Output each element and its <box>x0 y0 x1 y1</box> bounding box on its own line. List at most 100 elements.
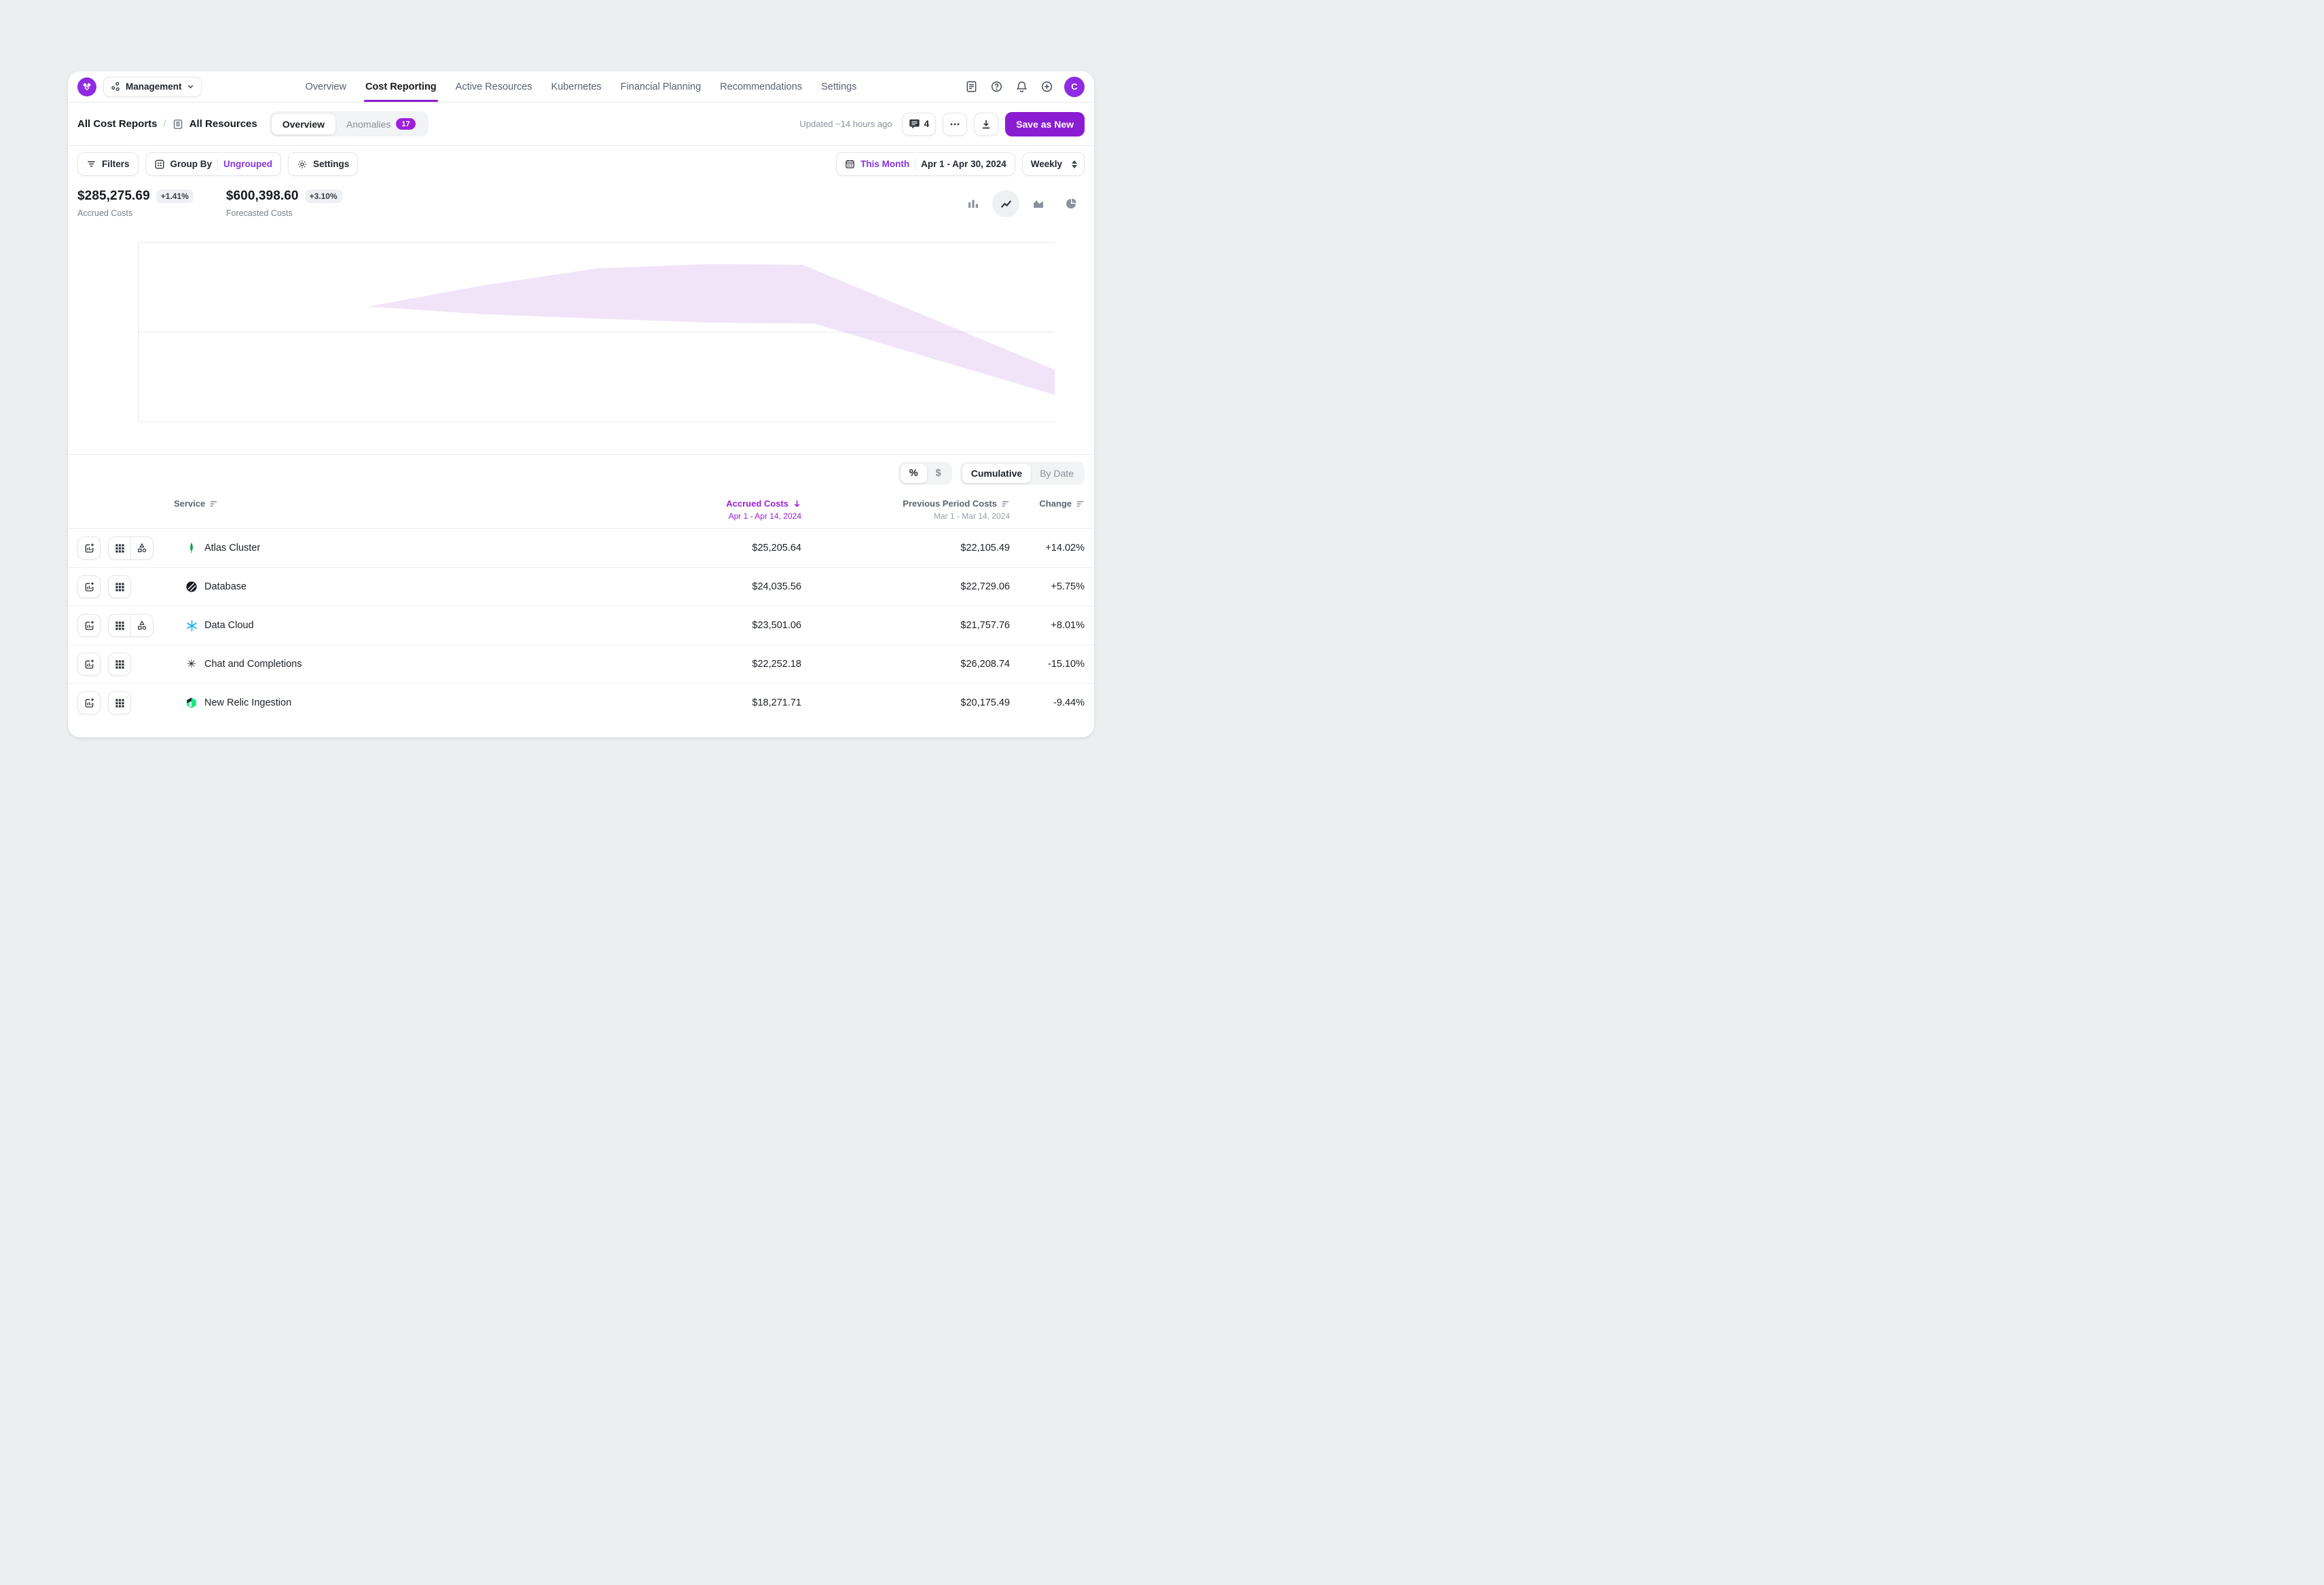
select-arrows-icon <box>1072 160 1077 168</box>
previous-header-label: Previous Period Costs <box>903 498 997 509</box>
previous-cell: $26,208.74 <box>801 659 1010 670</box>
add-chart-icon <box>84 581 95 593</box>
breadcrumb-current[interactable]: All Resources <box>189 118 257 130</box>
previous-column-header[interactable]: Previous Period Costs Mar 1 - Mar 14, 20… <box>801 498 1010 521</box>
table-header: Service Accrued Costs Apr 1 - Apr 14, 20… <box>68 492 1094 528</box>
save-as-new-button[interactable]: Save as New <box>1005 112 1085 136</box>
change-column-header[interactable]: Change <box>1010 498 1085 509</box>
anomalies-count-badge: 17 <box>396 118 415 130</box>
workspace-nodes-icon <box>111 81 121 92</box>
user-avatar[interactable]: C <box>1064 77 1085 97</box>
nav-settings[interactable]: Settings <box>821 71 856 102</box>
kpi-accrued: $285,275.69 +1.41% Accrued Costs <box>77 189 194 218</box>
line-chart-icon[interactable] <box>992 190 1019 217</box>
costs-grid-button[interactable] <box>108 691 131 714</box>
download-button[interactable] <box>974 113 998 136</box>
add-chart-icon <box>84 620 95 632</box>
nav-recommendations[interactable]: Recommendations <box>720 71 802 102</box>
add-chart-button[interactable] <box>77 691 101 714</box>
add-chart-button[interactable] <box>77 536 101 560</box>
chart-type-switcher <box>960 189 1085 217</box>
row-actions <box>77 575 153 598</box>
dollar-toggle[interactable]: $ <box>927 464 950 483</box>
help-icon[interactable] <box>989 79 1004 94</box>
nav-cost-reporting[interactable]: Cost Reporting <box>365 71 437 102</box>
resources-button[interactable] <box>130 614 153 637</box>
date-range-button[interactable]: This Month Apr 1 - Apr 30, 2024 <box>836 152 1015 176</box>
vantage-logo-icon[interactable] <box>77 77 96 96</box>
app-header: Management Overview Cost Reporting Activ… <box>68 71 1094 103</box>
tab-anomalies[interactable]: Anomalies 17 <box>335 113 426 134</box>
add-chart-icon <box>84 543 95 554</box>
by-date-toggle[interactable]: By Date <box>1031 464 1083 483</box>
table-row: New Relic Ingestion $18,271.71 $20,175.4… <box>68 683 1094 722</box>
header-actions: C <box>964 77 1085 97</box>
service-cell: Data Cloud <box>153 619 652 632</box>
filter-lines-icon <box>86 159 96 169</box>
granularity-select[interactable]: Weekly <box>1022 152 1085 176</box>
sort-desc-arrow-icon <box>793 499 801 508</box>
previous-cell: $22,729.06 <box>801 581 1010 592</box>
group-by-label: Group By <box>170 159 213 169</box>
percent-toggle[interactable]: % <box>901 464 927 483</box>
service-cell: ✳ Chat and Completions <box>153 657 652 671</box>
resources-button[interactable] <box>130 536 153 560</box>
service-name: Data Cloud <box>204 620 254 631</box>
area-chart-icon[interactable] <box>1025 190 1052 217</box>
row-actions <box>77 614 153 637</box>
nav-kubernetes[interactable]: Kubernetes <box>551 71 602 102</box>
nav-active-resources[interactable]: Active Resources <box>456 71 532 102</box>
settings-button[interactable]: Settings <box>288 152 358 176</box>
service-cell: New Relic Ingestion <box>153 696 652 710</box>
breadcrumb: All Cost Reports / All Resources <box>77 118 257 130</box>
reports-doc-icon[interactable] <box>964 79 979 94</box>
kpi-forecast: $600,398.60 +3.10% Forecasted Costs <box>226 189 342 218</box>
add-chart-button[interactable] <box>77 575 101 598</box>
create-plus-icon[interactable] <box>1039 79 1054 94</box>
change-cell: -9.44% <box>1010 697 1085 708</box>
forecast-label: Forecasted Costs <box>226 208 342 218</box>
breadcrumb-parent[interactable]: All Cost Reports <box>77 118 158 130</box>
chevron-down-icon <box>187 83 194 90</box>
bar-chart-icon[interactable] <box>960 190 987 217</box>
pie-chart-icon[interactable] <box>1057 190 1085 217</box>
sort-icon <box>209 499 218 508</box>
notifications-bell-icon[interactable] <box>1014 79 1029 94</box>
cumulative-toggle[interactable]: Cumulative <box>962 464 1031 483</box>
grid-icon <box>115 698 125 708</box>
toolbar-actions: Updated ~14 hours ago 4 Save as New <box>799 112 1085 136</box>
group-by-button[interactable]: Group By Ungrouped <box>145 152 282 176</box>
workspace-switcher[interactable]: Management <box>103 77 202 97</box>
accrued-period-label: Apr 1 - Apr 14, 2024 <box>729 511 801 521</box>
comment-bubble-icon <box>909 118 920 130</box>
service-column-header[interactable]: Service <box>153 498 652 509</box>
granularity-value: Weekly <box>1031 159 1062 169</box>
comments-button[interactable]: 4 <box>902 113 937 136</box>
add-chart-button[interactable] <box>77 614 101 637</box>
planetscale-icon <box>185 580 198 594</box>
costs-grid-button[interactable] <box>108 653 131 676</box>
nav-financial-planning[interactable]: Financial Planning <box>621 71 702 102</box>
add-chart-button[interactable] <box>77 653 101 676</box>
row-button-group <box>108 614 153 637</box>
accrued-column-header[interactable]: Accrued Costs Apr 1 - Apr 14, 2024 <box>652 498 801 521</box>
group-by-grid-icon <box>154 159 165 170</box>
row-actions <box>77 536 153 560</box>
costs-grid-button[interactable] <box>108 536 131 560</box>
costs-grid-button[interactable] <box>108 575 131 598</box>
service-cell: Database <box>153 580 652 594</box>
costs-grid-button[interactable] <box>108 614 131 637</box>
grid-icon <box>115 621 125 631</box>
filters-button[interactable]: Filters <box>77 152 139 176</box>
report-doc-icon <box>173 119 183 130</box>
gear-icon <box>297 159 308 170</box>
table-controls: % $ Cumulative By Date <box>68 455 1094 492</box>
tab-overview[interactable]: Overview <box>272 114 335 134</box>
more-options-button[interactable] <box>943 113 967 136</box>
date-preset: This Month <box>860 159 909 169</box>
nav-overview[interactable]: Overview <box>306 71 346 102</box>
table-row: ✳ Chat and Completions $22,252.18 $26,20… <box>68 644 1094 683</box>
ellipsis-icon <box>949 119 960 130</box>
tab-anomalies-label: Anomalies <box>346 119 391 130</box>
accrued-cell: $24,035.56 <box>652 581 801 592</box>
